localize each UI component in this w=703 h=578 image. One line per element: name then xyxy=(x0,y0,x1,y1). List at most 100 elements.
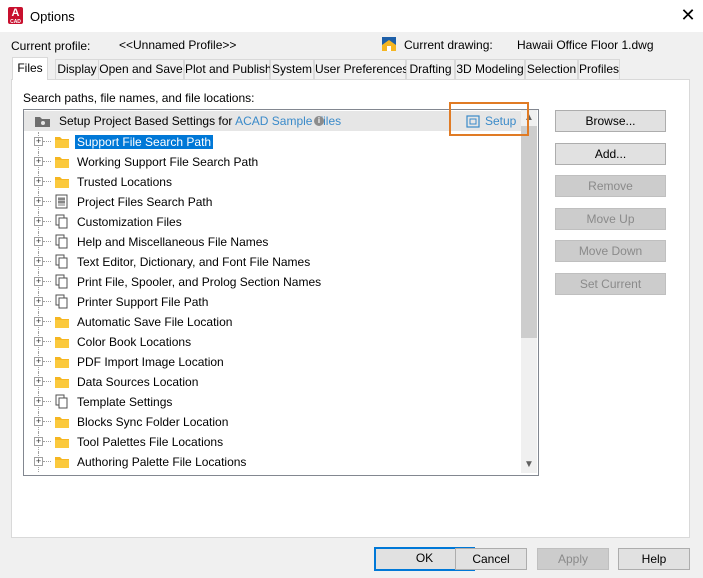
tree-connector xyxy=(43,201,51,202)
expand-icon[interactable]: + xyxy=(34,377,43,386)
tree-item-label: Template Settings xyxy=(77,395,173,409)
tree-item[interactable]: + Template Settings xyxy=(24,392,522,412)
tree-item[interactable]: + Blocks Sync Folder Location xyxy=(24,412,522,432)
expand-icon[interactable]: + xyxy=(34,257,43,266)
current-profile-value: <<Unnamed Profile>> xyxy=(119,38,237,52)
tree-item[interactable]: + Text Editor, Dictionary, and Font File … xyxy=(24,252,522,272)
scrollbar-thumb[interactable] xyxy=(521,126,537,338)
folder-icon xyxy=(54,134,70,149)
tab-profiles[interactable]: Profiles xyxy=(578,59,620,79)
expand-icon[interactable]: + xyxy=(34,297,43,306)
tree-item[interactable]: + Printer Support File Path xyxy=(24,292,522,312)
tree-item-label: Trusted Locations xyxy=(77,175,172,189)
tree-connector xyxy=(43,181,51,182)
folder-icon xyxy=(54,354,70,369)
tab-user-preferences[interactable]: User Preferences xyxy=(314,59,408,79)
tree-connector xyxy=(43,341,51,342)
folder-icon xyxy=(54,334,70,349)
help-button[interactable]: Help xyxy=(618,548,690,570)
tree-connector xyxy=(43,381,51,382)
search-paths-label: Search paths, file names, and file locat… xyxy=(23,91,255,105)
tree-connector xyxy=(43,221,51,222)
project-name-link[interactable]: ACAD Sample Files xyxy=(235,114,341,128)
tree-item[interactable]: + Authoring Palette File Locations xyxy=(24,452,522,472)
tree-item[interactable]: + PDF Import Image Location xyxy=(24,352,522,372)
info-icon[interactable]: i xyxy=(314,116,324,126)
tree-item-label: PDF Import Image Location xyxy=(77,355,224,369)
folder-icon xyxy=(54,414,70,429)
tree-item-label: Tool Palettes File Locations xyxy=(77,435,224,449)
tree-item[interactable]: + Data Sources Location xyxy=(24,372,522,392)
apply-button[interactable]: Apply xyxy=(537,548,609,570)
tree-item[interactable]: + Color Book Locations xyxy=(24,332,522,352)
tree-connector xyxy=(43,301,51,302)
tree-item-label: Project Files Search Path xyxy=(77,195,213,209)
expand-icon[interactable]: + xyxy=(34,397,43,406)
project-settings-row[interactable]: Setup Project Based Settings for ACAD Sa… xyxy=(24,111,522,131)
tree-item[interactable]: + Project Files Search Path xyxy=(24,192,522,212)
tree-connector xyxy=(43,281,51,282)
tab-files[interactable]: Files xyxy=(12,57,48,80)
tree-connector xyxy=(43,321,51,322)
scroll-down-icon[interactable]: ▼ xyxy=(521,457,537,473)
browse-button[interactable]: Browse... xyxy=(555,110,666,132)
expand-icon[interactable]: + xyxy=(34,157,43,166)
tab-display[interactable]: Display xyxy=(55,59,99,79)
tab-open-and-save[interactable]: Open and Save xyxy=(98,59,184,79)
setup-highlight-box xyxy=(449,102,529,136)
expand-icon[interactable]: + xyxy=(34,357,43,366)
files-icon xyxy=(54,294,70,309)
tree-connector xyxy=(43,441,51,442)
cancel-button[interactable]: Cancel xyxy=(455,548,527,570)
tab-drafting[interactable]: Drafting xyxy=(406,59,455,79)
tree-item[interactable]: + Print File, Spooler, and Prolog Section… xyxy=(24,272,522,292)
folder-icon xyxy=(54,454,70,469)
expand-icon[interactable]: + xyxy=(34,457,43,466)
files-icon xyxy=(54,394,70,409)
tree-item[interactable]: + Tool Palettes File Locations xyxy=(24,432,522,452)
drawing-icon xyxy=(382,37,396,51)
move-up-button[interactable]: Move Up xyxy=(555,208,666,230)
tree-item-label: Authoring Palette File Locations xyxy=(77,455,247,469)
tree-connector xyxy=(43,421,51,422)
expand-icon[interactable]: + xyxy=(34,337,43,346)
tree-item[interactable]: + Working Support File Search Path xyxy=(24,152,522,172)
expand-icon[interactable]: + xyxy=(34,137,43,146)
expand-icon[interactable]: + xyxy=(34,437,43,446)
tree-item[interactable]: + Help and Miscellaneous File Names xyxy=(24,232,522,252)
expand-icon[interactable]: + xyxy=(34,417,43,426)
move-down-button[interactable]: Move Down xyxy=(555,240,666,262)
tree-item[interactable]: + Customization Files xyxy=(24,212,522,232)
add-button[interactable]: Add... xyxy=(555,143,666,165)
tree-item-label: Print File, Spooler, and Prolog Section … xyxy=(77,275,322,289)
tree-item[interactable]: + Trusted Locations xyxy=(24,172,522,192)
expand-icon[interactable]: + xyxy=(34,277,43,286)
expand-icon[interactable]: + xyxy=(34,317,43,326)
expand-icon[interactable]: + xyxy=(34,217,43,226)
tree-item-label: Color Book Locations xyxy=(77,335,192,349)
tab-3d-modeling[interactable]: 3D Modeling xyxy=(455,59,525,79)
expand-icon[interactable]: + xyxy=(34,177,43,186)
expand-icon[interactable]: + xyxy=(34,197,43,206)
tree-item[interactable]: + Support File Search Path xyxy=(24,132,522,152)
folder-icon xyxy=(54,314,70,329)
tab-system[interactable]: System xyxy=(270,59,314,79)
close-icon[interactable]: ✕ xyxy=(680,6,696,24)
files-icon xyxy=(54,234,70,249)
remove-button[interactable]: Remove xyxy=(555,175,666,197)
tree-item-label: Automatic Save File Location xyxy=(77,315,233,329)
files-icon xyxy=(54,274,70,289)
tab-plot-and-publish[interactable]: Plot and Publish xyxy=(184,59,272,79)
tree-item-label: Printer Support File Path xyxy=(77,295,209,309)
set-current-button[interactable]: Set Current xyxy=(555,273,666,295)
tree-item-label: Support File Search Path xyxy=(75,135,214,149)
folder-icon xyxy=(54,434,70,449)
tab-selection[interactable]: Selection xyxy=(525,59,578,79)
expand-icon[interactable]: + xyxy=(34,237,43,246)
current-drawing-label: Current drawing: xyxy=(404,38,493,52)
folder-icon xyxy=(54,154,70,169)
tree-item-label: Data Sources Location xyxy=(77,375,199,389)
file-locations-tree[interactable]: Setup Project Based Settings for ACAD Sa… xyxy=(23,109,539,476)
title-bar: A CAD Options ✕ xyxy=(0,0,703,32)
tree-item[interactable]: + Automatic Save File Location xyxy=(24,312,522,332)
